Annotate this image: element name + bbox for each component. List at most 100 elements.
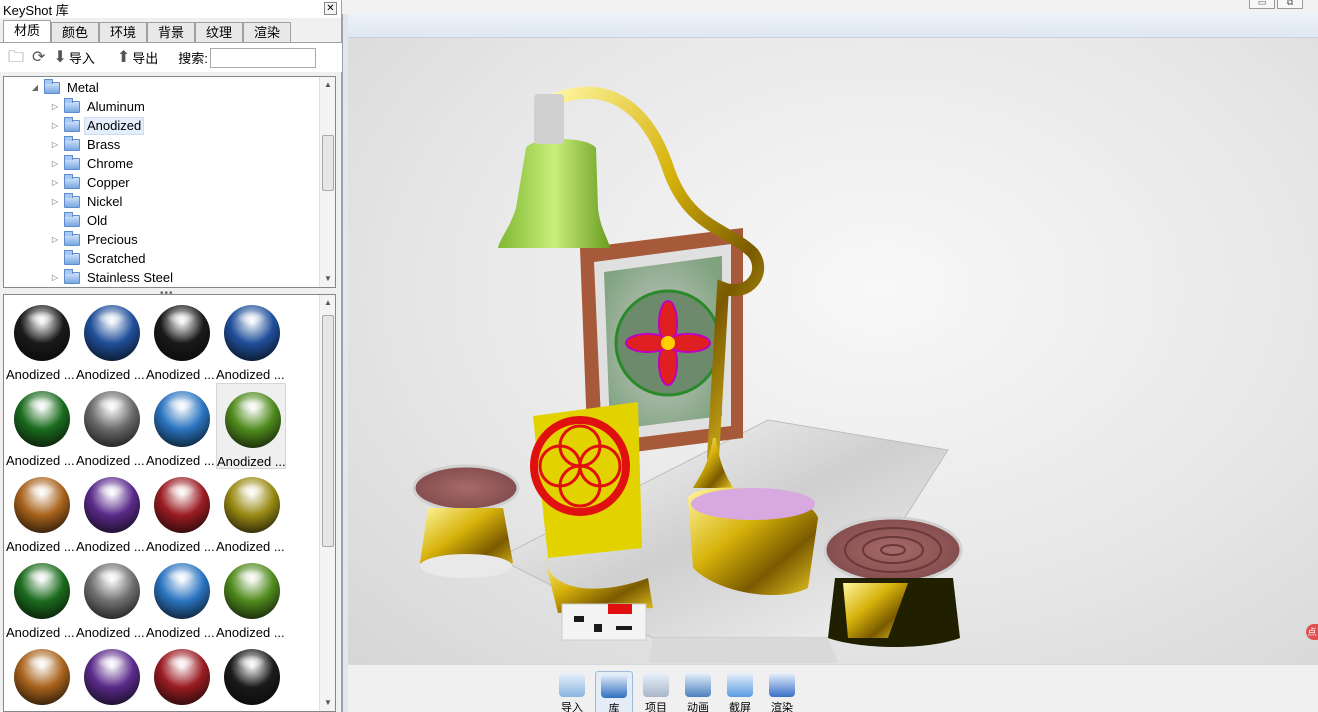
- import-button[interactable]: ⬇ 导入: [53, 47, 94, 69]
- material-label: Anodized ...: [6, 539, 75, 554]
- tab-5[interactable]: 渲染: [243, 22, 291, 42]
- material-swatch[interactable]: Anodized ...: [76, 469, 146, 555]
- material-swatch[interactable]: Anodized ...: [76, 555, 146, 641]
- tree-item[interactable]: ▷ Anodized: [50, 116, 145, 135]
- folder-settings-button[interactable]: 🗀: [8, 47, 24, 69]
- tree-item[interactable]: ▷ Chrome: [50, 154, 136, 173]
- material-swatch[interactable]: Anodized ...: [6, 555, 76, 641]
- tab-1[interactable]: 颜色: [51, 22, 99, 42]
- material-ball-icon: [224, 477, 280, 533]
- material-swatch[interactable]: Anodized ...: [146, 297, 216, 383]
- minimize-icon[interactable]: ▭: [1249, 0, 1275, 9]
- restore-icon[interactable]: ⧉: [1277, 0, 1303, 9]
- material-ball-icon: [84, 477, 140, 533]
- material-swatch[interactable]: [146, 641, 216, 711]
- scroll-down-icon[interactable]: ▼: [320, 695, 335, 711]
- tree-root-metal[interactable]: ◢ Metal: [30, 78, 102, 97]
- bottom-button-3[interactable]: 动画: [679, 671, 717, 712]
- close-icon[interactable]: ✕: [324, 2, 337, 15]
- material-ball-icon: [224, 305, 280, 361]
- search-input[interactable]: [209, 47, 316, 68]
- export-button[interactable]: ⬆ 导出: [117, 47, 158, 69]
- folder-icon: [64, 116, 80, 132]
- tree-item[interactable]: ▷ Brass: [50, 135, 123, 154]
- material-label: Anodized ...: [216, 625, 285, 640]
- tab-3[interactable]: 背景: [147, 22, 195, 42]
- tree-item-label: Brass: [87, 136, 121, 152]
- material-swatch[interactable]: Anodized ...: [216, 297, 286, 383]
- material-swatch[interactable]: [76, 641, 146, 711]
- bottom-button-5[interactable]: 渲染: [763, 671, 801, 712]
- bottom-button-1[interactable]: 库: [595, 671, 633, 712]
- material-label: Anodized ...: [216, 539, 285, 554]
- bottom-button-label: 截屏: [729, 702, 751, 712]
- material-ball-icon: [224, 563, 280, 619]
- tree-item-label: Anodized: [84, 116, 145, 135]
- library-tabs: 材质 颜色 环境 背景 纹理 渲染: [3, 20, 291, 42]
- bottom-button-label: 渲染: [771, 702, 793, 712]
- render-viewport[interactable]: 点: [348, 38, 1318, 664]
- bottom-button-2[interactable]: 项目: [637, 671, 675, 712]
- tree-item[interactable]: Old: [50, 211, 110, 230]
- tree-item[interactable]: ▷ Copper: [50, 173, 133, 192]
- folder-icon: [64, 97, 80, 113]
- material-swatch[interactable]: Anodized ...: [76, 383, 146, 469]
- material-ball-icon: [14, 563, 70, 619]
- folder-icon: [64, 249, 80, 265]
- tab-0[interactable]: 材质: [3, 20, 51, 42]
- tree-item[interactable]: ▷ Aluminum: [50, 97, 148, 116]
- refresh-button[interactable]: ⟳: [32, 47, 45, 69]
- expand-arrow-icon[interactable]: ▷: [50, 273, 60, 282]
- material-swatch[interactable]: [216, 641, 286, 711]
- scroll-thumb[interactable]: [322, 315, 334, 547]
- search-label: 搜索:: [178, 51, 208, 66]
- expand-arrow-icon[interactable]: ▷: [50, 121, 60, 130]
- material-swatch[interactable]: [6, 641, 76, 711]
- material-swatch[interactable]: Anodized ...: [216, 469, 286, 555]
- material-swatch[interactable]: Anodized ...: [6, 297, 76, 383]
- window-top-strip: ▭ ⧉: [343, 0, 1318, 14]
- tree-item[interactable]: ▷ Stainless Steel: [50, 268, 176, 287]
- bottom-button-0[interactable]: 导入: [553, 671, 591, 712]
- tree-item[interactable]: Scratched: [50, 249, 149, 268]
- material-swatch[interactable]: Anodized ...: [146, 469, 216, 555]
- tree-item-label: Scratched: [87, 250, 146, 266]
- scene-render[interactable]: [348, 38, 1318, 664]
- expand-arrow-icon[interactable]: ▷: [50, 102, 60, 111]
- side-tab-button[interactable]: 点: [1306, 624, 1318, 640]
- material-label: Anodized ...: [146, 453, 215, 468]
- library-icon: [601, 674, 627, 698]
- expand-arrow-icon[interactable]: ▷: [50, 235, 60, 244]
- material-swatch[interactable]: Anodized ...: [216, 383, 286, 469]
- tree-item-label: Old: [87, 212, 108, 228]
- tree-item-label: Stainless Steel: [87, 269, 173, 285]
- tree-scrollbar[interactable]: ▲ ▼: [319, 77, 335, 287]
- scroll-up-icon[interactable]: ▲: [320, 77, 335, 93]
- expanded-arrow-icon[interactable]: ◢: [30, 83, 40, 92]
- expand-arrow-icon[interactable]: ▷: [50, 140, 60, 149]
- material-swatch[interactable]: Anodized ...: [146, 555, 216, 641]
- scroll-up-icon[interactable]: ▲: [320, 295, 335, 311]
- expand-arrow-icon[interactable]: ▷: [50, 197, 60, 206]
- material-swatch[interactable]: Anodized ...: [146, 383, 216, 469]
- material-grid: Anodized ... Anodized ... Anodized ... Anod…: [3, 294, 336, 712]
- material-swatch[interactable]: Anodized ...: [216, 555, 286, 641]
- tree-item[interactable]: ▷ Precious: [50, 230, 141, 249]
- tab-2[interactable]: 环境: [99, 22, 147, 42]
- tab-4[interactable]: 纹理: [195, 22, 243, 42]
- material-label: Anodized ...: [146, 367, 215, 382]
- tree-item[interactable]: ▷ Nickel: [50, 192, 125, 211]
- keyshot-window: KeyShot 库 ✕ 材质 颜色 环境 背景 纹理 渲染 🗀 ⟳ ⬇ 导入 ⬆ 导出 搜…: [0, 0, 1318, 712]
- tree-item-label: Chrome: [87, 155, 134, 171]
- bottom-button-4[interactable]: 截屏: [721, 671, 759, 712]
- material-swatch[interactable]: Anodized ...: [6, 383, 76, 469]
- scroll-thumb[interactable]: [322, 135, 334, 191]
- expand-arrow-icon[interactable]: ▷: [50, 178, 60, 187]
- grid-scrollbar[interactable]: ▲ ▼: [319, 295, 335, 711]
- expand-arrow-icon[interactable]: ▷: [50, 159, 60, 168]
- material-swatch[interactable]: Anodized ...: [76, 297, 146, 383]
- folder-icon: [64, 135, 80, 151]
- scroll-down-icon[interactable]: ▼: [320, 271, 335, 287]
- material-swatch[interactable]: Anodized ...: [6, 469, 76, 555]
- tree-item-label: Copper: [87, 174, 130, 190]
